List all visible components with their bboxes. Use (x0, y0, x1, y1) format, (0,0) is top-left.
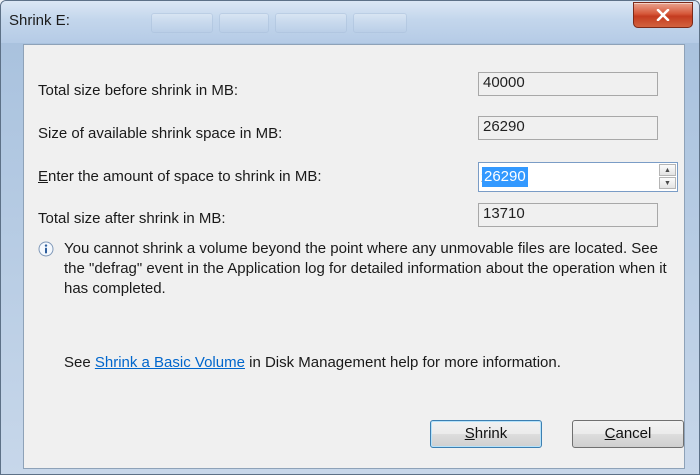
help-line: See Shrink a Basic Volume in Disk Manage… (64, 354, 561, 371)
window-title: Shrink E: (9, 12, 70, 29)
shrink-amount-accelerator: E (38, 168, 49, 185)
total-after-value: 13710 (478, 203, 658, 227)
shrink-amount-stepper[interactable]: 26290 ▲ ▼ (478, 162, 678, 192)
dialog-client-area: Total size before shrink in MB: 40000 Si… (23, 44, 685, 469)
close-button[interactable] (633, 2, 693, 28)
shrink-button-label: hrink (474, 425, 508, 442)
shrink-dialog-window: Shrink E: Total size before shrink in MB… (0, 0, 700, 475)
spin-control[interactable]: ▲ ▼ (659, 164, 676, 190)
title-bar[interactable]: Shrink E: (1, 1, 699, 43)
cancel-button-label: ancel (615, 425, 652, 442)
shrink-basic-volume-link[interactable]: Shrink a Basic Volume (95, 354, 245, 371)
available-space-value: 26290 (478, 116, 658, 140)
background-window-ghost (151, 13, 407, 33)
cancel-button-accelerator: C (604, 425, 616, 442)
cancel-button[interactable]: Cancel (572, 420, 684, 448)
total-before-label: Total size before shrink in MB: (38, 82, 239, 99)
spin-down-button[interactable]: ▼ (659, 177, 676, 189)
shrink-amount-label: Enter the amount of space to shrink in M… (38, 168, 322, 185)
spin-up-button[interactable]: ▲ (659, 164, 676, 176)
down-arrow-icon: ▼ (664, 179, 671, 187)
total-before-value: 40000 (478, 72, 658, 96)
shrink-info-message: You cannot shrink a volume beyond the po… (64, 240, 667, 297)
help-prefix: See (64, 354, 95, 371)
shrink-button-accelerator: S (464, 425, 475, 442)
up-arrow-icon: ▲ (664, 166, 671, 174)
available-space-label: Size of available shrink space in MB: (38, 125, 283, 142)
shrink-button[interactable]: Shrink (430, 420, 542, 448)
close-icon (656, 9, 670, 21)
shrink-amount-label-text: nter the amount of space to shrink in MB… (48, 168, 322, 185)
total-after-label: Total size after shrink in MB: (38, 210, 226, 227)
help-suffix: in Disk Management help for more informa… (244, 354, 561, 371)
shrink-amount-selected-text[interactable]: 26290 (482, 167, 528, 187)
info-icon (38, 241, 54, 257)
